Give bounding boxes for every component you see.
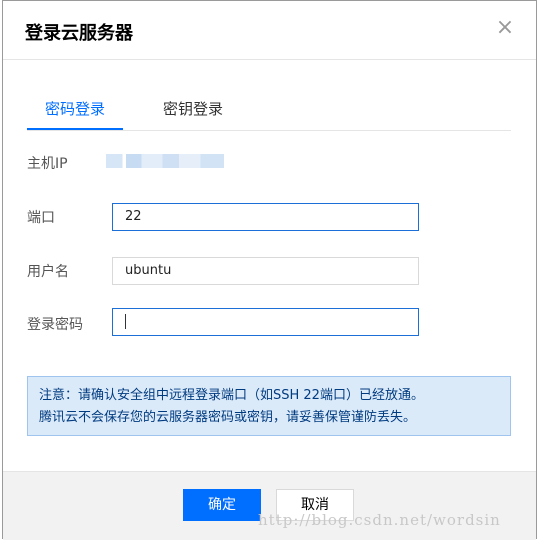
dialog-footer: 确定 取消 — [3, 471, 536, 540]
port-input[interactable]: 22 — [112, 203, 419, 231]
security-notice: 注意：请确认安全组中远程登录端口（如SSH 22端口）已经放通。 腾讯云不会保存… — [27, 376, 511, 436]
notice-line-2: 腾讯云不会保存您的云服务器密码或密钥，请妥善保管谨防丢失。 — [39, 410, 417, 425]
tab-password-login[interactable]: 密码登录 — [27, 89, 123, 130]
text-caret — [125, 314, 126, 329]
password-input[interactable] — [112, 308, 419, 336]
login-dialog: 登录云服务器 × 密码登录 密钥登录 主机IP 端口 22 用户名 ubuntu… — [2, 0, 537, 540]
password-label: 登录密码 — [27, 317, 83, 333]
close-icon[interactable]: × — [493, 16, 517, 40]
dialog-title: 登录云服务器 — [25, 23, 133, 44]
tab-key-login[interactable]: 密钥登录 — [145, 89, 241, 129]
dialog-header: 登录云服务器 × — [3, 1, 536, 60]
host-ip-value-redacted — [106, 154, 224, 168]
notice-line-1: 注意：请确认安全组中远程登录端口（如SSH 22端口）已经放通。 — [39, 388, 424, 403]
username-input[interactable]: ubuntu — [112, 257, 419, 285]
host-ip-label: 主机IP — [27, 156, 68, 172]
login-method-tabs: 密码登录 密钥登录 — [27, 89, 511, 131]
port-label: 端口 — [27, 210, 55, 226]
username-label: 用户名 — [27, 264, 69, 280]
confirm-button[interactable]: 确定 — [183, 489, 261, 521]
watermark-url: http://blog.csdn.net/wordsin — [258, 511, 501, 529]
